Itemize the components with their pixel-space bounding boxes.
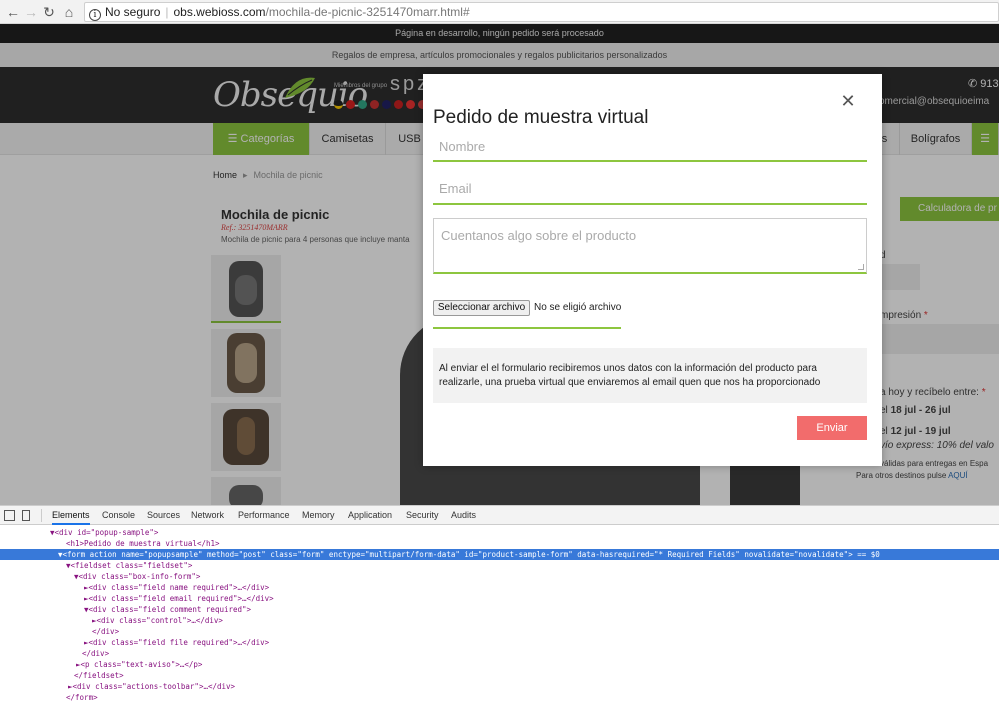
devtools-panel: Elements Console Sources Network Perform…	[0, 505, 999, 703]
forward-icon[interactable]: →	[22, 3, 40, 21]
comment-placeholder: Cuentanos algo sobre el producto	[441, 228, 637, 243]
file-status: No se eligió archivo	[534, 302, 622, 313]
address-bar[interactable]: i No seguro | obs.webioss.com/mochila-de-pi…	[84, 2, 999, 22]
tab-console[interactable]: Console	[102, 506, 135, 525]
dom-line[interactable]: ►<div class="field file required">…</div…	[0, 637, 999, 648]
tab-memory[interactable]: Memory	[302, 506, 335, 525]
name-field[interactable]: Nombre	[433, 136, 867, 162]
reload-icon[interactable]: ↻	[40, 3, 58, 21]
dom-line[interactable]: ►<div class="actions-toolbar">…</div>	[0, 681, 999, 692]
resize-handle-icon[interactable]	[858, 264, 864, 270]
dom-line[interactable]: ▼<fieldset class="fieldset">	[0, 560, 999, 571]
devtools-tabbar: Elements Console Sources Network Perform…	[0, 506, 999, 525]
dom-line[interactable]: </div>	[0, 648, 999, 659]
comment-field[interactable]: Cuentanos algo sobre el producto	[433, 218, 867, 274]
tab-network[interactable]: Network	[191, 506, 224, 525]
dom-line[interactable]: ▼<div class="box-info-form">	[0, 571, 999, 582]
security-label: No seguro	[105, 5, 161, 19]
inspect-icon[interactable]	[4, 510, 15, 521]
tab-audits[interactable]: Audits	[451, 506, 476, 525]
tab-sources[interactable]: Sources	[147, 506, 180, 525]
dom-line-selected[interactable]: ▼<form action name="popupsample" method=…	[0, 549, 999, 560]
back-icon[interactable]: ←	[4, 3, 22, 21]
info-icon[interactable]: i	[89, 9, 101, 21]
dom-line[interactable]: <h1>Pedido de muestra virtual</h1>	[0, 538, 999, 549]
email-field[interactable]: Email	[433, 178, 867, 205]
browser-toolbar: ← → ↻ ⌂ i No seguro | obs.webioss.com/mochi…	[0, 0, 999, 24]
file-select-button[interactable]: Seleccionar archivo	[433, 300, 530, 316]
tab-security[interactable]: Security	[406, 506, 439, 525]
notice-text: Al enviar el el formulario recibiremos u…	[433, 348, 867, 403]
sample-request-modal: ✕ Pedido de muestra virtual Nombre Email…	[423, 74, 882, 466]
file-underline	[433, 327, 621, 329]
dom-line[interactable]: ▼<div class="field comment required">	[0, 604, 999, 615]
dom-line[interactable]: ►<div class="field email required">…</di…	[0, 593, 999, 604]
dom-line[interactable]: ►<div class="control">…</div>	[0, 615, 999, 626]
url-path: /mochila-de-picnic-3251470marr.html#	[265, 5, 470, 19]
tab-application[interactable]: Application	[348, 506, 392, 525]
tab-elements[interactable]: Elements	[52, 506, 90, 525]
tab-performance[interactable]: Performance	[238, 506, 290, 525]
dom-line[interactable]: </div>	[0, 626, 999, 637]
modal-title: Pedido de muestra virtual	[433, 107, 649, 128]
close-icon[interactable]: ✕	[838, 91, 858, 111]
submit-button[interactable]: Enviar	[797, 416, 867, 440]
device-toolbar-icon[interactable]	[22, 510, 30, 521]
dom-line[interactable]: </fieldset>	[0, 670, 999, 681]
dom-line[interactable]: </form>	[0, 692, 999, 703]
url-host: obs.webioss.com	[173, 5, 266, 19]
home-icon[interactable]: ⌂	[60, 3, 78, 21]
dom-line[interactable]: ▼<div id="popup-sample">	[0, 527, 999, 538]
dom-line[interactable]: ►<p class="text-aviso">…</p>	[0, 659, 999, 670]
dom-line[interactable]: ►<div class="field name required">…</div…	[0, 582, 999, 593]
